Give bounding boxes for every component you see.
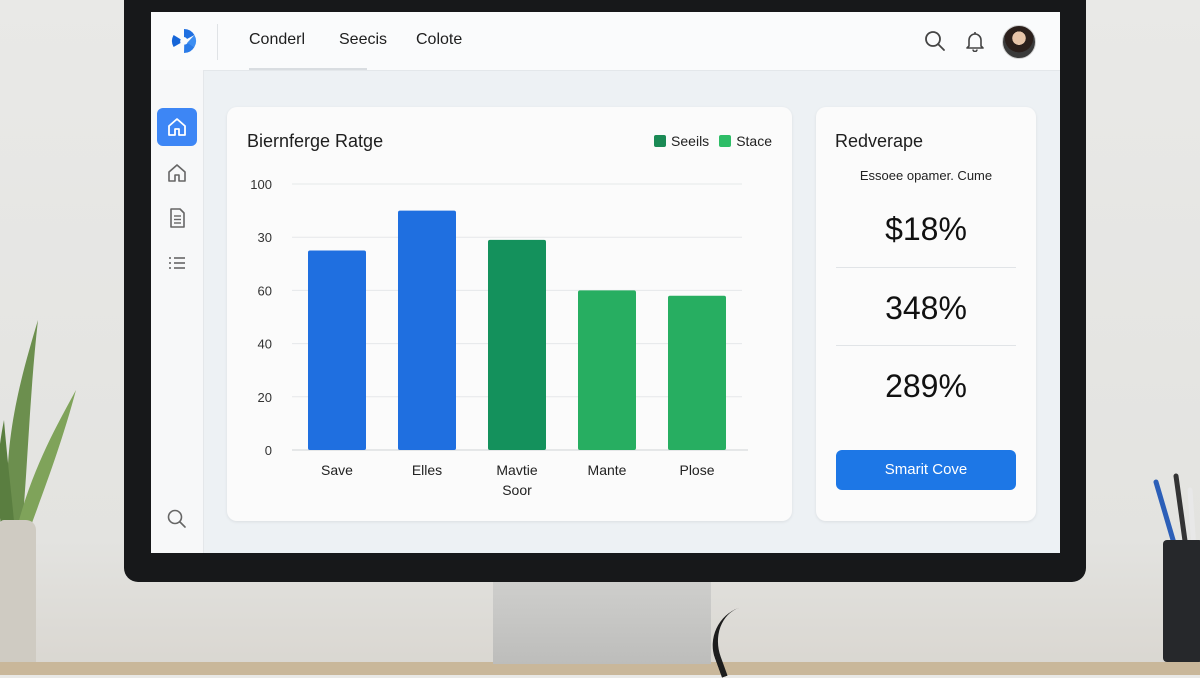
- nav-item-seecis[interactable]: Seecis: [339, 31, 387, 49]
- chart-card: Biernferge Ratge Seeils Stace 0 20 40 60 30 1…: [227, 107, 792, 521]
- y-tick-label: 60: [258, 283, 272, 298]
- nav-item-conderl[interactable]: Conderl: [249, 31, 305, 49]
- sidebar: [151, 70, 204, 553]
- smart-cove-button[interactable]: Smarit Cove: [836, 450, 1016, 490]
- x-tick-label: Save: [321, 462, 353, 478]
- x-tick-label: Elles: [412, 462, 442, 478]
- bar-1: [308, 250, 366, 450]
- bar-4: [578, 290, 636, 450]
- stat-value-3: 289%: [885, 368, 967, 404]
- x-tick-label: Mante: [588, 462, 627, 478]
- search-icon[interactable]: [924, 30, 946, 52]
- stat-value-2: 348%: [885, 290, 967, 326]
- y-tick-label: 20: [258, 390, 272, 405]
- user-avatar[interactable]: [1002, 25, 1036, 59]
- home-outline-icon: [168, 164, 186, 182]
- bar-5: [668, 295, 726, 450]
- search-icon: [167, 509, 186, 528]
- x-tick-label: Soor: [502, 482, 532, 498]
- app-screen: Conderl Seecis Colote Biernferge Ratge S…: [151, 12, 1060, 553]
- bell-icon[interactable]: [964, 30, 986, 52]
- x-tick-label: Mavtie: [496, 462, 537, 478]
- bar-chart: 0 20 40 60 30 100 Save Elles Mavtie Soor Mante Plos…: [250, 177, 748, 498]
- app-logo-icon[interactable]: [169, 26, 199, 56]
- nav-active-indicator: [249, 68, 367, 70]
- stats-title: Redverape: [835, 131, 924, 151]
- plant-pot: [0, 520, 36, 662]
- list-icon: [169, 257, 185, 269]
- sidebar-item-list[interactable]: [157, 244, 197, 282]
- sidebar-item-home-2[interactable]: [157, 154, 197, 192]
- top-bar: Conderl Seecis Colote: [151, 12, 1060, 71]
- monitor-stand: [493, 578, 711, 664]
- y-tick-label: 0: [265, 443, 272, 458]
- stat-value-1: $18%: [885, 211, 967, 247]
- y-tick-label: 30: [258, 230, 272, 245]
- home-icon: [168, 118, 186, 136]
- y-tick-label: 40: [258, 337, 272, 352]
- y-tick-label: 100: [250, 177, 272, 192]
- stat-divider: [836, 345, 1016, 346]
- bar-3: [488, 239, 546, 450]
- x-tick-label: Plose: [679, 462, 714, 478]
- sidebar-item-home[interactable]: [157, 108, 197, 146]
- stats-card: Redverape Essoee opamer. Cume $18% 348% …: [816, 107, 1036, 521]
- header-divider: [217, 24, 218, 60]
- bar-2: [398, 210, 456, 450]
- sidebar-item-documents[interactable]: [157, 199, 197, 237]
- document-icon: [170, 208, 185, 228]
- stat-divider: [836, 267, 1016, 268]
- stats-subtitle: Essoee opamer. Cume: [859, 168, 993, 183]
- pen-holder: [1163, 540, 1200, 662]
- sidebar-item-search[interactable]: [157, 500, 197, 538]
- nav-item-colote[interactable]: Colote: [416, 31, 462, 49]
